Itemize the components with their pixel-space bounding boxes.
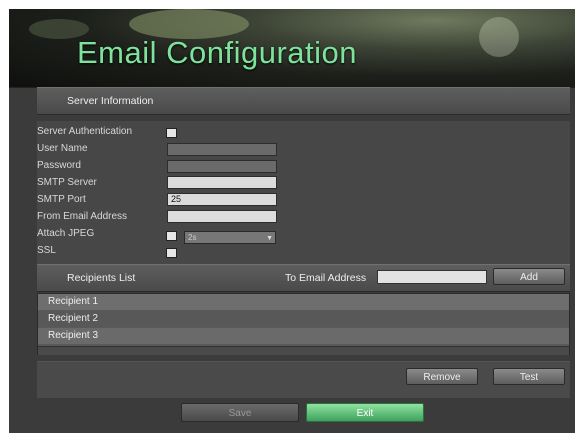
recipient-item-3[interactable]: Recipient 3 [38,328,569,344]
attach-interval-dropdown[interactable]: 2s ▼ [184,231,276,244]
email-configuration-window: Email Configuration Server Information S… [9,9,575,433]
smtp-port-field[interactable]: 25 [167,193,277,206]
smtp-port-label: SMTP Port [37,194,86,205]
exit-button[interactable]: Exit [306,403,424,422]
test-button[interactable]: Test [493,368,565,385]
recipients-list-header: Recipients List To Email Address [37,264,570,292]
to-email-address-label: To Email Address [285,272,367,284]
server-information-header: Server Information [37,87,570,115]
recipients-list: Recipient 1 Recipient 2 Recipient 3 [37,293,570,355]
from-email-field[interactable] [167,210,277,223]
smtp-server-label: SMTP Server [37,177,97,188]
recipients-list-label: Recipients List [67,272,136,284]
from-email-label: From Email Address [37,211,128,222]
add-button[interactable]: Add [493,268,565,285]
server-form [37,121,570,269]
to-email-address-input[interactable] [377,270,487,284]
smtp-server-field[interactable] [167,176,277,189]
save-button[interactable]: Save [181,403,299,422]
recipient-item-1[interactable]: Recipient 1 [38,294,569,310]
remove-button[interactable]: Remove [406,368,478,385]
user-name-label: User Name [37,143,88,154]
server-authentication-checkbox[interactable] [166,128,177,138]
page-title: Email Configuration [77,35,358,70]
attach-jpeg-label: Attach JPEG [37,228,95,239]
password-label: Password [37,160,81,171]
horizontal-scrollbar[interactable] [38,346,569,355]
ssl-label: SSL [37,245,56,256]
server-authentication-label: Server Authentication [37,126,133,137]
user-name-field[interactable] [167,143,277,156]
server-information-label: Server Information [67,95,154,107]
recipient-item-2[interactable]: Recipient 2 [38,311,569,327]
password-field[interactable] [167,160,277,173]
attach-jpeg-checkbox[interactable] [166,231,177,241]
chevron-down-icon: ▼ [266,235,273,242]
attach-interval-value: 2s [188,233,197,242]
recipient-actions-area [37,361,570,398]
header-banner: Email Configuration [9,9,575,88]
ssl-checkbox[interactable] [166,248,177,258]
